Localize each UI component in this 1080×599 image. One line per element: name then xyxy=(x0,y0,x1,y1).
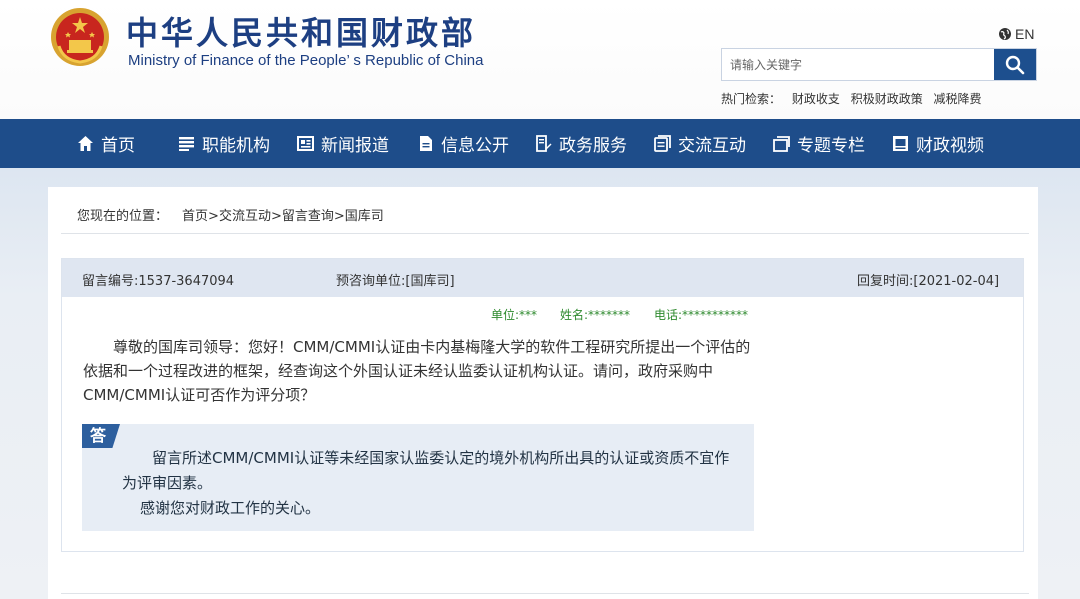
nav-label: 首页 xyxy=(101,136,135,156)
nav-label: 信息公开 xyxy=(441,136,509,156)
breadcrumb-message-query[interactable]: 留言查询 xyxy=(282,209,334,224)
main-nav: 首页 职能机构 新闻报道 信息公开 政务服务 交流互动 专题专栏 财政视频 xyxy=(0,119,1080,168)
nav-item-functions[interactable]: 职能机构 xyxy=(178,119,270,168)
nav-label: 职能机构 xyxy=(202,136,270,156)
site-header: 中华人民共和国财政部 Ministry of Finance of the Pe… xyxy=(0,0,1080,119)
answer-paragraph: 留言所述CMM/CMMI认证等未经国家认监委认定的境外机构所出具的认证或资质不宜… xyxy=(122,449,730,492)
divider xyxy=(61,233,1029,234)
form-edit-icon xyxy=(536,135,552,152)
hot-link-tax-cut[interactable]: 减税降费 xyxy=(934,92,982,106)
nav-label: 专题专栏 xyxy=(797,136,865,156)
hot-search: 热门检索： 财政收支 积极财政政策 减税降费 xyxy=(721,90,989,107)
message-department: 预咨询单位:[国库司] xyxy=(336,274,455,289)
nav-item-special-topics[interactable]: 专题专栏 xyxy=(773,119,865,168)
video-icon xyxy=(893,136,908,151)
nav-label: 新闻报道 xyxy=(321,136,389,156)
search-input[interactable] xyxy=(722,49,994,80)
nav-label: 交流互动 xyxy=(678,136,746,156)
nav-label: 财政视频 xyxy=(916,136,984,156)
home-icon xyxy=(78,136,93,151)
document-icon xyxy=(420,136,432,151)
search-button[interactable] xyxy=(994,49,1036,80)
answer-thanks: 感谢您对财政工作的关心。 xyxy=(140,499,321,517)
nav-label: 政务服务 xyxy=(559,136,627,156)
message-id: 留言编号:1537-3647094 xyxy=(82,274,235,289)
reply-time: 回复时间:[2021-02-04] xyxy=(857,274,1000,289)
answer-text: 留言所述CMM/CMMI认证等未经国家认监委认定的境外机构所出具的认证或资质不宜… xyxy=(122,446,742,521)
nav-item-services[interactable]: 政务服务 xyxy=(535,119,627,168)
breadcrumb-home[interactable]: 首页 xyxy=(182,209,208,224)
breadcrumb-treasury[interactable]: 国库司 xyxy=(345,209,384,224)
sender-unit: 单位:*** xyxy=(491,308,538,322)
hot-link-fiscal-policy[interactable]: 积极财政政策 xyxy=(851,92,923,106)
search-icon xyxy=(1005,55,1025,74)
newspaper-icon xyxy=(297,136,314,151)
question-text: 尊敬的国库司领导：您好！CMM/CMMI认证由卡内基梅隆大学的软件工程研究所提出… xyxy=(83,338,751,404)
message-header: 留言编号:1537-3647094 预咨询单位:[国库司] 回复时间:[2021… xyxy=(62,259,1023,297)
sender-phone: 电话:*********** xyxy=(654,308,749,322)
language-switch[interactable]: EN xyxy=(998,26,1034,42)
nav-item-news[interactable]: 新闻报道 xyxy=(297,119,389,168)
globe-icon xyxy=(999,28,1011,40)
language-label: EN xyxy=(1015,26,1035,42)
nav-item-home[interactable]: 首页 xyxy=(77,119,135,168)
chat-icon xyxy=(654,135,671,152)
site-title-cn: 中华人民共和国财政部 xyxy=(126,14,477,52)
window-icon xyxy=(773,136,790,152)
search-bar xyxy=(721,48,1037,81)
nav-item-interaction[interactable]: 交流互动 xyxy=(654,119,746,168)
breadcrumb-label: 您现在的位置： xyxy=(77,209,169,224)
breadcrumb: 您现在的位置： 首页>交流互动>留言查询>国库司 xyxy=(77,209,384,224)
site-title-en: Ministry of Finance of the People’ s Rep… xyxy=(128,52,484,69)
hot-link-revenue[interactable]: 财政收支 xyxy=(792,92,840,106)
national-emblem-icon xyxy=(51,8,109,66)
breadcrumb-interaction[interactable]: 交流互动 xyxy=(219,209,271,224)
nav-item-video[interactable]: 财政视频 xyxy=(892,119,984,168)
list-icon xyxy=(179,137,194,151)
sender-name: 姓名:******* xyxy=(560,308,631,322)
nav-item-info-disclosure[interactable]: 信息公开 xyxy=(417,119,509,168)
hot-search-label: 热门检索： xyxy=(721,92,782,106)
divider xyxy=(61,593,1029,594)
